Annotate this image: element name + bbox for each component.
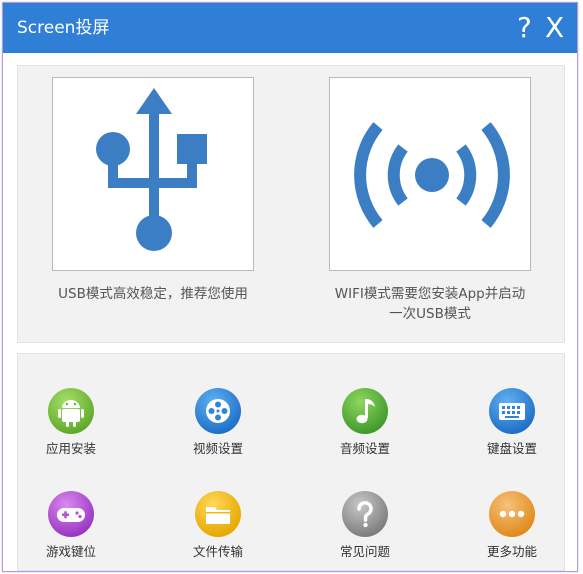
feature-label: 常见问题 (339, 544, 390, 559)
titlebar: Screen投屏 ? X (3, 3, 577, 53)
feature-label: 游戏键位 (45, 544, 96, 559)
connection-mode-panel: USB模式高效稳定，推荐您使用 WIFI模式需要您安装App并启动 一次USB模… (17, 65, 565, 343)
folder-icon (195, 491, 241, 537)
wifi-signal-icon (354, 122, 510, 228)
music-note-icon (342, 388, 388, 434)
feature-more[interactable]: 更多功能 (457, 490, 567, 560)
gamepad-icon (48, 491, 94, 537)
feature-video-settings[interactable]: 视频设置 (163, 387, 273, 457)
screen-cast-window: Screen投屏 ? X USB模式高效稳定，推荐您使用 WIFI模式需要您安装… (2, 2, 578, 572)
android-icon (48, 388, 94, 434)
feature-keyboard-settings[interactable]: 键盘设置 (457, 387, 567, 457)
feature-audio-settings[interactable]: 音频设置 (310, 387, 420, 457)
more-dots-icon (489, 491, 535, 537)
keyboard-icon (489, 388, 535, 434)
wifi-mode-button[interactable] (329, 77, 531, 271)
usb-mode-button[interactable] (52, 77, 254, 271)
feature-label: 更多功能 (486, 544, 537, 559)
feature-label: 键盘设置 (486, 441, 537, 456)
feature-file-transfer[interactable]: 文件传输 (163, 490, 273, 560)
feature-label: 音频设置 (339, 441, 390, 456)
feature-app-install[interactable]: 应用安装 (16, 387, 126, 457)
feature-faq[interactable]: 常见问题 (310, 490, 420, 560)
wifi-mode-description: WIFI模式需要您安装App并启动 一次USB模式 (298, 284, 562, 324)
feature-label: 文件传输 (192, 544, 243, 559)
window-title: Screen投屏 (17, 18, 110, 38)
feature-label: 视频设置 (192, 441, 243, 456)
usb-icon (96, 88, 207, 251)
feature-label: 应用安装 (45, 441, 96, 456)
feature-game-keys[interactable]: 游戏键位 (16, 490, 126, 560)
question-icon (342, 491, 388, 537)
feature-panel: 应用安装 视频设置 音频设置 键盘设置 游戏键位 文件传输 常见问题 更多功能 (17, 353, 565, 571)
film-reel-icon (195, 388, 241, 434)
help-button[interactable]: ? (517, 11, 532, 45)
wifi-description-line1: WIFI模式需要您安装App并启动 (334, 286, 526, 302)
wifi-description-line2: 一次USB模式 (389, 306, 471, 322)
usb-mode-description: USB模式高效稳定，推荐您使用 (58, 286, 248, 302)
close-button[interactable]: X (545, 11, 564, 45)
